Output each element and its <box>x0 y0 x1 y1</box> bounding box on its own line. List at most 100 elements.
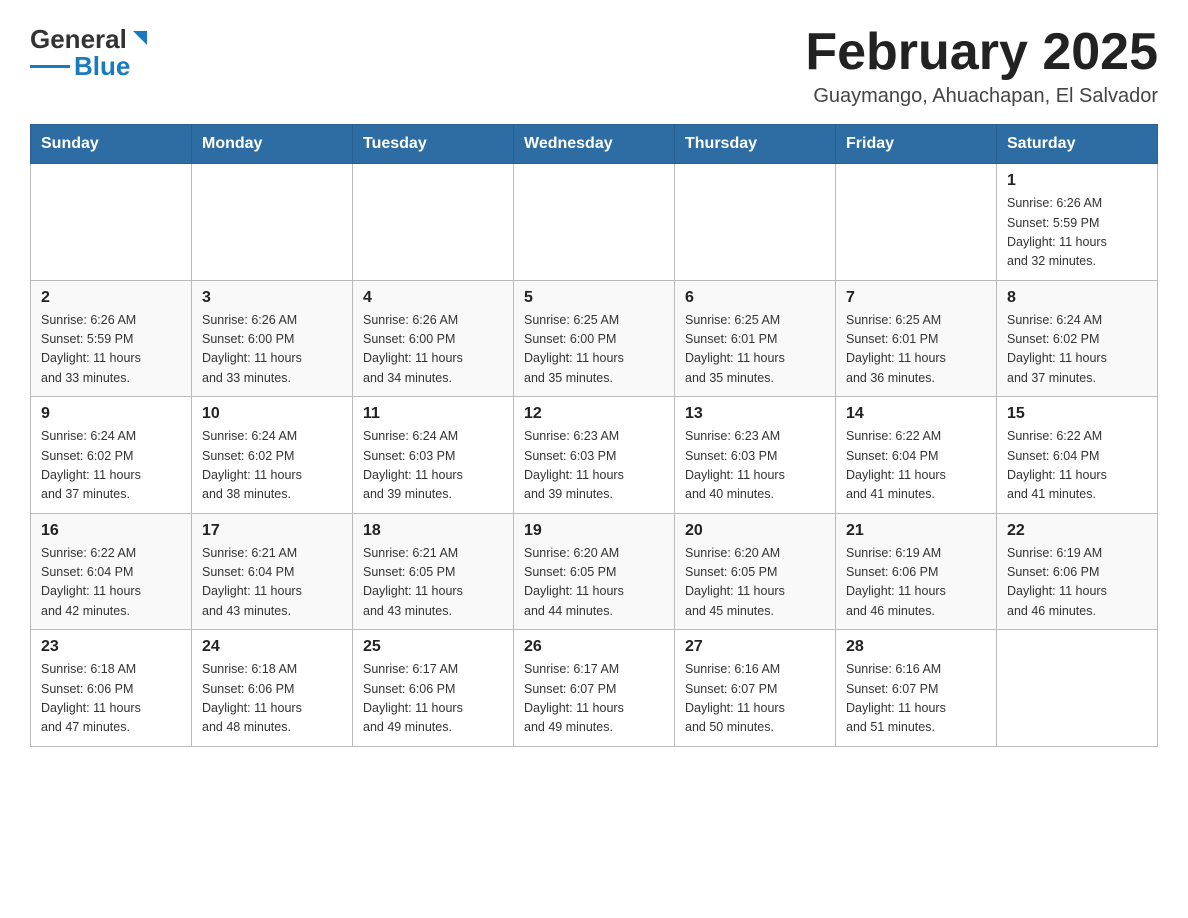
day-number: 5 <box>524 289 664 307</box>
day-number: 23 <box>41 638 181 656</box>
day-info: Sunrise: 6:26 AM Sunset: 6:00 PM Dayligh… <box>363 311 503 389</box>
day-number: 14 <box>846 405 986 423</box>
day-info: Sunrise: 6:23 AM Sunset: 6:03 PM Dayligh… <box>685 427 825 505</box>
table-row: 21 Sunrise: 6:19 AM Sunset: 6:06 PM Dayli… <box>836 513 997 630</box>
table-row: 16 Sunrise: 6:22 AM Sunset: 6:04 PM Dayli… <box>31 513 192 630</box>
day-number: 4 <box>363 289 503 307</box>
table-row <box>353 164 514 281</box>
day-info: Sunrise: 6:22 AM Sunset: 6:04 PM Dayligh… <box>1007 427 1147 505</box>
col-thursday: Thursday <box>675 125 836 164</box>
table-row: 4 Sunrise: 6:26 AM Sunset: 6:00 PM Daylig… <box>353 280 514 397</box>
col-sunday: Sunday <box>31 125 192 164</box>
day-number: 11 <box>363 405 503 423</box>
table-row <box>997 630 1158 747</box>
table-row: 6 Sunrise: 6:25 AM Sunset: 6:01 PM Daylig… <box>675 280 836 397</box>
table-row: 23 Sunrise: 6:18 AM Sunset: 6:06 PM Dayli… <box>31 630 192 747</box>
logo: General Blue <box>30 24 149 82</box>
table-row: 8Sunrise: 6:24 AM Sunset: 6:02 PM Daylig… <box>997 280 1158 397</box>
day-number: 26 <box>524 638 664 656</box>
day-number: 18 <box>363 522 503 540</box>
day-info: Sunrise: 6:24 AM Sunset: 6:02 PM Dayligh… <box>41 427 181 505</box>
day-info: Sunrise: 6:22 AM Sunset: 6:04 PM Dayligh… <box>41 544 181 622</box>
table-row <box>192 164 353 281</box>
day-info: Sunrise: 6:20 AM Sunset: 6:05 PM Dayligh… <box>685 544 825 622</box>
table-row: 12 Sunrise: 6:23 AM Sunset: 6:03 PM Dayli… <box>514 397 675 514</box>
table-row: 27Sunrise: 6:16 AM Sunset: 6:07 PM Dayli… <box>675 630 836 747</box>
table-row <box>514 164 675 281</box>
day-info: Sunrise: 6:17 AM Sunset: 6:07 PM Dayligh… <box>524 660 664 738</box>
calendar-week-2: 2 Sunrise: 6:26 AM Sunset: 5:59 PM Daylig… <box>31 280 1158 397</box>
day-number: 21 <box>846 522 986 540</box>
day-number: 6 <box>685 289 825 307</box>
table-row: 5Sunrise: 6:25 AM Sunset: 6:00 PM Daylig… <box>514 280 675 397</box>
col-monday: Monday <box>192 125 353 164</box>
day-number: 9 <box>41 405 181 423</box>
day-info: Sunrise: 6:18 AM Sunset: 6:06 PM Dayligh… <box>41 660 181 738</box>
table-row: 10Sunrise: 6:24 AM Sunset: 6:02 PM Dayli… <box>192 397 353 514</box>
day-number: 24 <box>202 638 342 656</box>
day-info: Sunrise: 6:21 AM Sunset: 6:05 PM Dayligh… <box>363 544 503 622</box>
col-saturday: Saturday <box>997 125 1158 164</box>
day-number: 12 <box>524 405 664 423</box>
col-friday: Friday <box>836 125 997 164</box>
table-row: 14 Sunrise: 6:22 AM Sunset: 6:04 PM Dayli… <box>836 397 997 514</box>
day-info: Sunrise: 6:23 AM Sunset: 6:03 PM Dayligh… <box>524 427 664 505</box>
day-info: Sunrise: 6:25 AM Sunset: 6:01 PM Dayligh… <box>685 311 825 389</box>
day-number: 1 <box>1007 172 1147 190</box>
day-info: Sunrise: 6:20 AM Sunset: 6:05 PM Dayligh… <box>524 544 664 622</box>
calendar-week-5: 23 Sunrise: 6:18 AM Sunset: 6:06 PM Dayli… <box>31 630 1158 747</box>
logo-triangle-icon <box>127 27 149 49</box>
day-number: 19 <box>524 522 664 540</box>
page-header: General Blue February 2025 Guaymango, Ah… <box>30 24 1158 108</box>
title-block: February 2025 Guaymango, Ahuachapan, El … <box>805 24 1158 108</box>
logo-blue-text: Blue <box>74 51 130 82</box>
table-row: 19 Sunrise: 6:20 AM Sunset: 6:05 PM Dayli… <box>514 513 675 630</box>
day-number: 15 <box>1007 405 1147 423</box>
page-subtitle: Guaymango, Ahuachapan, El Salvador <box>805 85 1158 108</box>
table-row: 13 Sunrise: 6:23 AM Sunset: 6:03 PM Dayli… <box>675 397 836 514</box>
table-row: 26 Sunrise: 6:17 AM Sunset: 6:07 PM Dayli… <box>514 630 675 747</box>
table-row: 11 Sunrise: 6:24 AM Sunset: 6:03 PM Dayli… <box>353 397 514 514</box>
day-number: 28 <box>846 638 986 656</box>
day-number: 3 <box>202 289 342 307</box>
table-row: 17 Sunrise: 6:21 AM Sunset: 6:04 PM Dayli… <box>192 513 353 630</box>
day-number: 20 <box>685 522 825 540</box>
day-info: Sunrise: 6:24 AM Sunset: 6:03 PM Dayligh… <box>363 427 503 505</box>
table-row: 3Sunrise: 6:26 AM Sunset: 6:00 PM Daylig… <box>192 280 353 397</box>
calendar-table: Sunday Monday Tuesday Wednesday Thursday… <box>30 124 1158 747</box>
table-row: 22Sunrise: 6:19 AM Sunset: 6:06 PM Dayli… <box>997 513 1158 630</box>
day-info: Sunrise: 6:24 AM Sunset: 6:02 PM Dayligh… <box>1007 311 1147 389</box>
day-info: Sunrise: 6:17 AM Sunset: 6:06 PM Dayligh… <box>363 660 503 738</box>
table-row: 25 Sunrise: 6:17 AM Sunset: 6:06 PM Dayli… <box>353 630 514 747</box>
calendar-header-row: Sunday Monday Tuesday Wednesday Thursday… <box>31 125 1158 164</box>
table-row <box>31 164 192 281</box>
page-title: February 2025 <box>805 24 1158 81</box>
day-number: 25 <box>363 638 503 656</box>
day-number: 22 <box>1007 522 1147 540</box>
table-row: 7Sunrise: 6:25 AM Sunset: 6:01 PM Daylig… <box>836 280 997 397</box>
table-row: 2 Sunrise: 6:26 AM Sunset: 5:59 PM Daylig… <box>31 280 192 397</box>
table-row <box>836 164 997 281</box>
day-info: Sunrise: 6:26 AM Sunset: 5:59 PM Dayligh… <box>1007 194 1147 272</box>
day-info: Sunrise: 6:24 AM Sunset: 6:02 PM Dayligh… <box>202 427 342 505</box>
table-row: 20 Sunrise: 6:20 AM Sunset: 6:05 PM Dayli… <box>675 513 836 630</box>
calendar-week-3: 9 Sunrise: 6:24 AM Sunset: 6:02 PM Daylig… <box>31 397 1158 514</box>
day-info: Sunrise: 6:21 AM Sunset: 6:04 PM Dayligh… <box>202 544 342 622</box>
day-info: Sunrise: 6:22 AM Sunset: 6:04 PM Dayligh… <box>846 427 986 505</box>
day-info: Sunrise: 6:16 AM Sunset: 6:07 PM Dayligh… <box>685 660 825 738</box>
table-row: 28Sunrise: 6:16 AM Sunset: 6:07 PM Dayli… <box>836 630 997 747</box>
table-row: 1 Sunrise: 6:26 AM Sunset: 5:59 PM Daylig… <box>997 164 1158 281</box>
col-tuesday: Tuesday <box>353 125 514 164</box>
calendar-week-1: 1 Sunrise: 6:26 AM Sunset: 5:59 PM Daylig… <box>31 164 1158 281</box>
day-number: 2 <box>41 289 181 307</box>
day-number: 17 <box>202 522 342 540</box>
table-row <box>675 164 836 281</box>
col-wednesday: Wednesday <box>514 125 675 164</box>
day-number: 7 <box>846 289 986 307</box>
day-info: Sunrise: 6:19 AM Sunset: 6:06 PM Dayligh… <box>846 544 986 622</box>
day-number: 16 <box>41 522 181 540</box>
day-number: 13 <box>685 405 825 423</box>
day-info: Sunrise: 6:26 AM Sunset: 5:59 PM Dayligh… <box>41 311 181 389</box>
day-info: Sunrise: 6:18 AM Sunset: 6:06 PM Dayligh… <box>202 660 342 738</box>
calendar-week-4: 16 Sunrise: 6:22 AM Sunset: 6:04 PM Dayli… <box>31 513 1158 630</box>
